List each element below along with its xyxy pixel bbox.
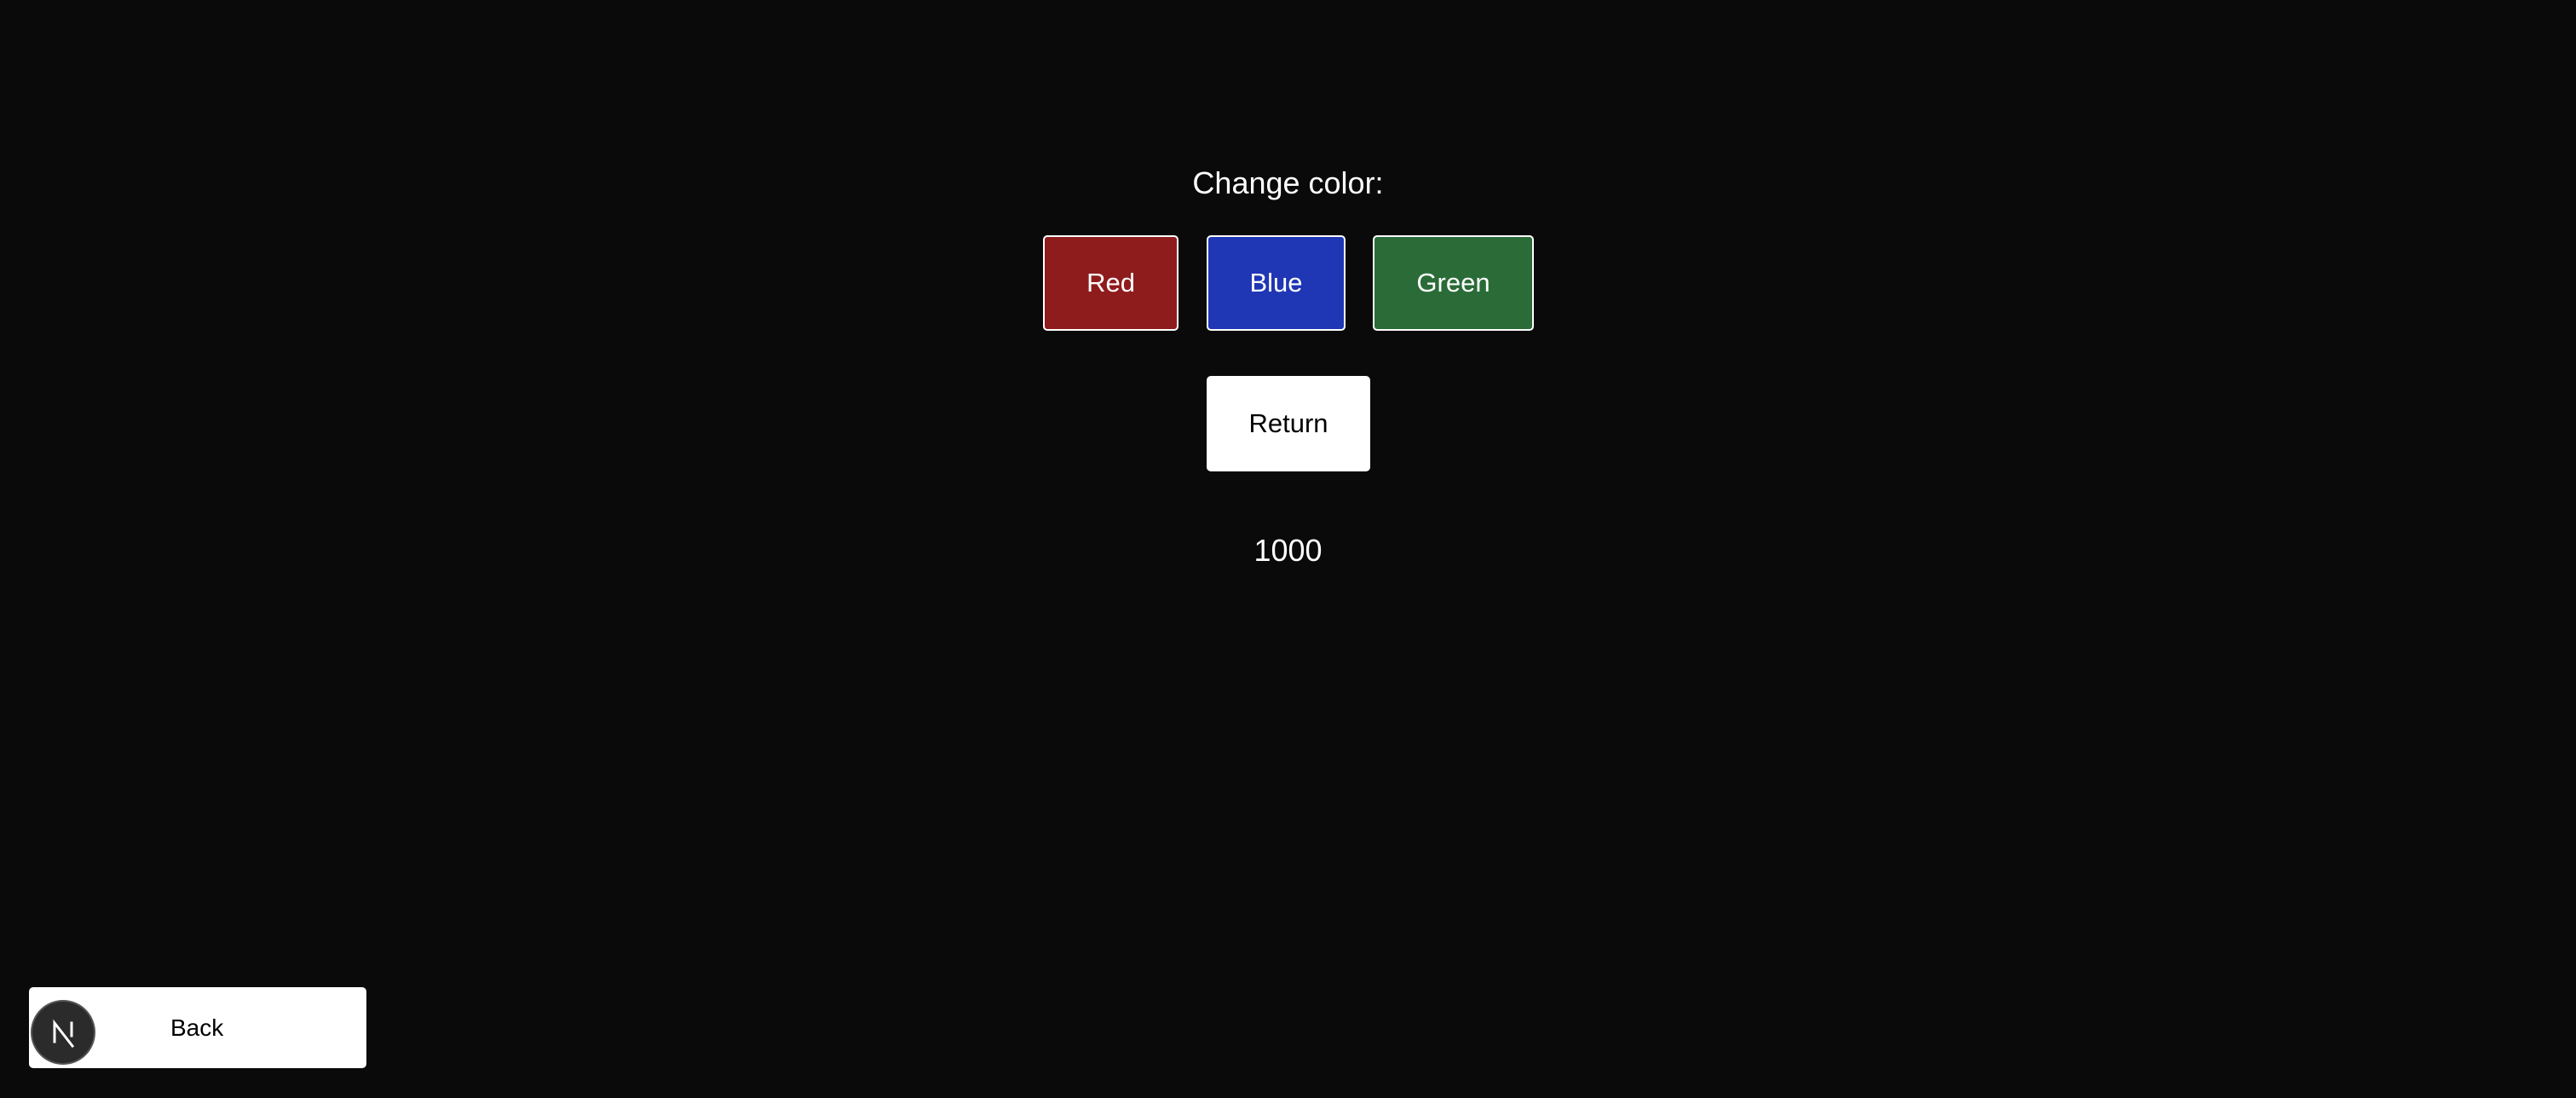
counter-value: 1000 bbox=[1253, 533, 1323, 568]
change-color-heading: Change color: bbox=[1192, 165, 1384, 200]
return-button[interactable]: Return bbox=[1207, 376, 1370, 471]
back-button[interactable]: Back bbox=[29, 987, 366, 1068]
red-button[interactable]: Red bbox=[1043, 235, 1179, 331]
green-button[interactable]: Green bbox=[1373, 235, 1534, 331]
next-logo-icon[interactable] bbox=[32, 1002, 94, 1063]
blue-button[interactable]: Blue bbox=[1207, 235, 1346, 331]
back-label: Back bbox=[170, 1014, 224, 1041]
page: Change color: Red Blue Green Return 1000… bbox=[0, 0, 2576, 1098]
